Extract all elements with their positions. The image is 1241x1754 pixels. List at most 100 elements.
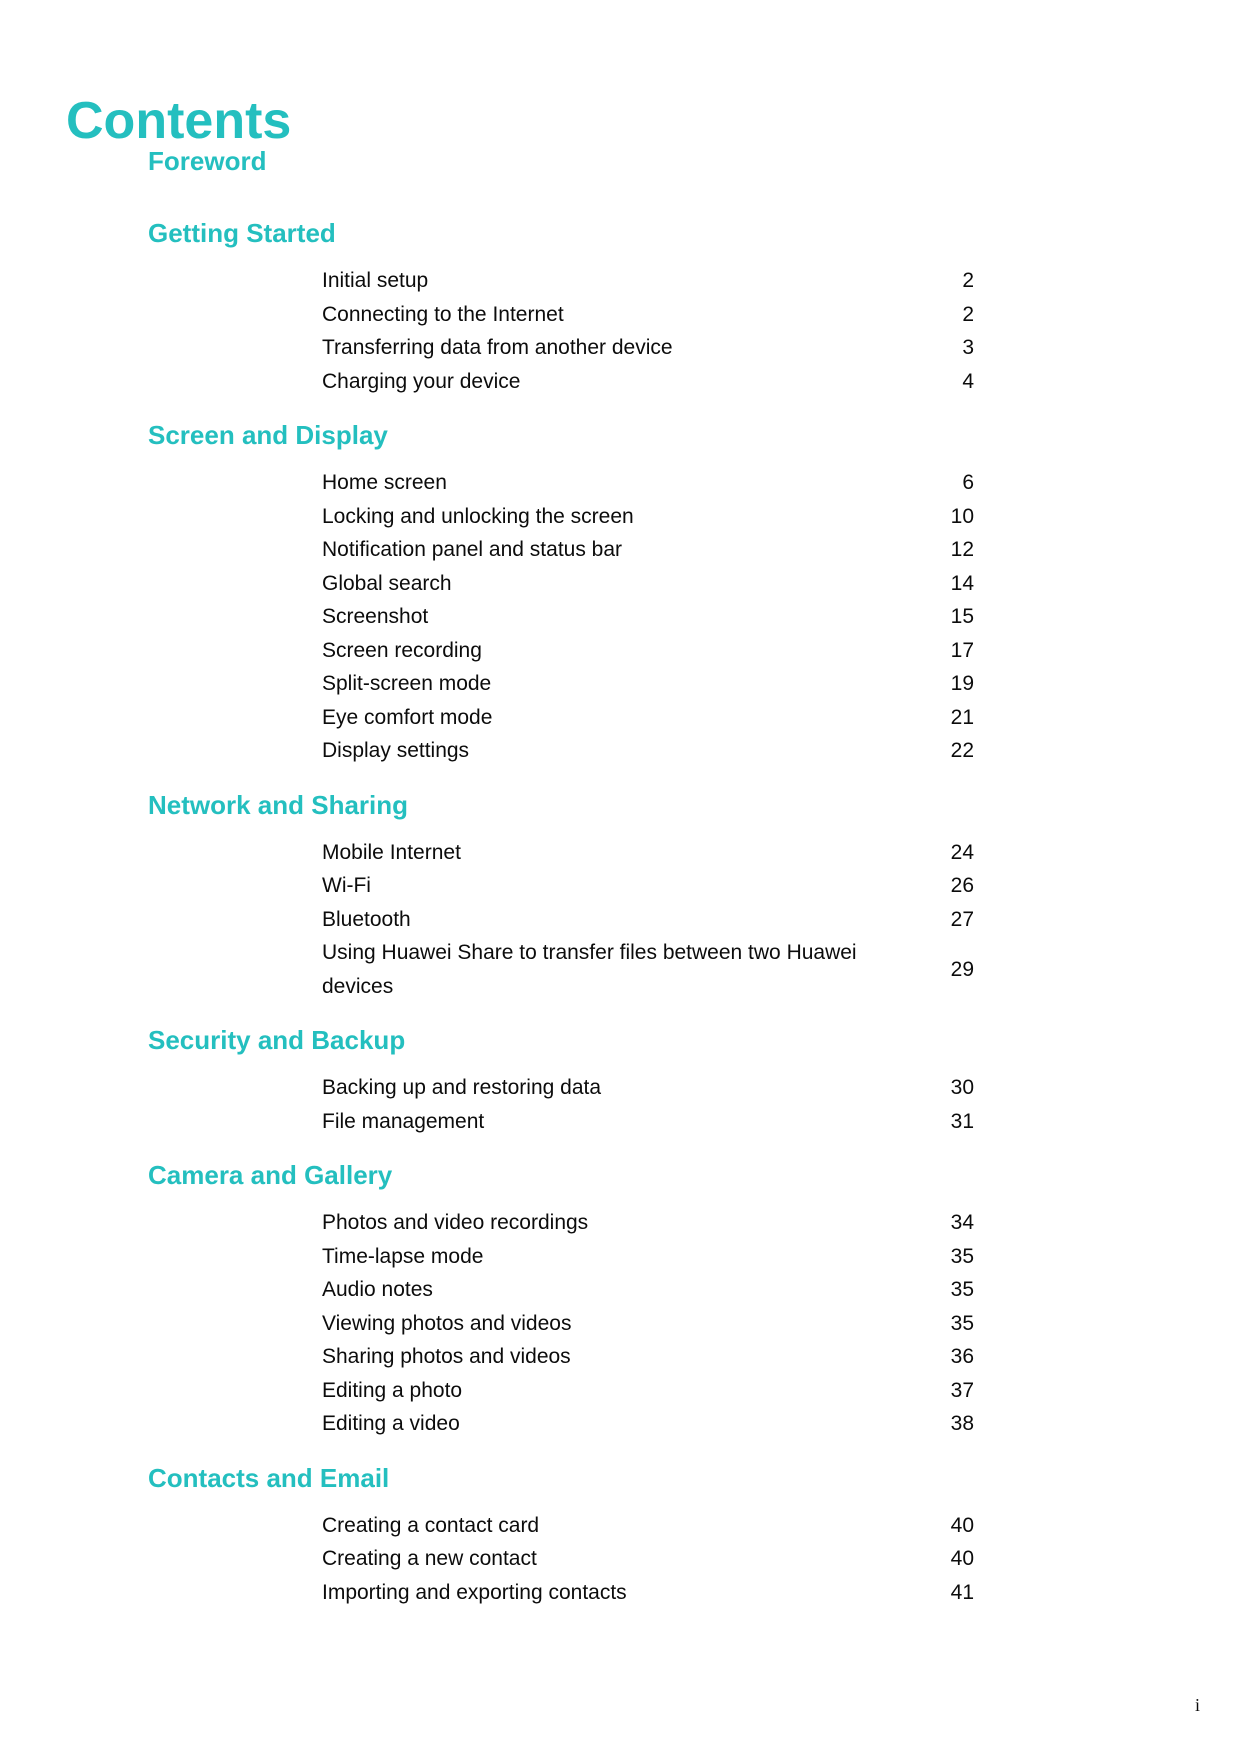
toc-section-heading[interactable]: Foreword: [0, 140, 1241, 196]
toc-entry[interactable]: Transferring data from another device 3: [0, 331, 1241, 365]
toc-entry-page-number: 31: [950, 1109, 974, 1133]
toc-entry[interactable]: Bluetooth 27: [0, 903, 1241, 937]
toc-entry[interactable]: Time-lapse mode 35: [0, 1240, 1241, 1274]
toc-entry[interactable]: Mobile Internet 24: [0, 836, 1241, 870]
toc-entry-title: Editing a video: [322, 1412, 460, 1435]
toc-entry[interactable]: Connecting to the Internet 2: [0, 298, 1241, 332]
toc-entry-page-number: 6: [962, 471, 974, 494]
toc-entry[interactable]: Photos and video recordings 34: [0, 1206, 1241, 1240]
toc-entry-title: Screen recording: [322, 638, 482, 662]
toc-entry-page-number: 19: [950, 672, 974, 695]
toc-entry-title: Notification panel and status bar: [322, 538, 623, 561]
toc-entry-title: Screenshot: [322, 605, 429, 628]
toc-entry[interactable]: Charging your device 4: [0, 365, 1241, 399]
toc-entry[interactable]: Global search 14: [0, 567, 1241, 601]
toc-entry[interactable]: Locking and unlocking the screen 10: [0, 500, 1241, 534]
toc-entry-page-number: 40: [950, 1513, 974, 1537]
toc-entry-page-number: 27: [950, 907, 974, 931]
toc-entry-title: Display settings: [322, 739, 470, 762]
toc-entry[interactable]: Using Huawei Share to transfer files bet…: [0, 936, 1241, 1003]
table-of-contents: Foreword Getting Started Initial setup 2 Con…: [0, 140, 1241, 1609]
toc-entry[interactable]: Notification panel and status bar 12: [0, 533, 1241, 567]
toc-entry-page-number: 37: [950, 1378, 974, 1402]
toc-entry-title: Locking and unlocking the screen: [322, 504, 634, 528]
toc-entry-list: Backing up and restoring data 30 File mana…: [0, 1071, 1241, 1138]
toc-entry-page-number: 21: [950, 705, 974, 729]
toc-entry-title: Connecting to the Internet: [322, 302, 564, 326]
toc-entry[interactable]: Screen recording 17: [0, 634, 1241, 668]
toc-entry-page-number: 38: [950, 1412, 974, 1435]
toc-section-heading[interactable]: Getting Started: [0, 196, 1241, 264]
footer-page-number: i: [1194, 1695, 1200, 1715]
toc-entry-title: Backing up and restoring data: [322, 1076, 602, 1099]
toc-entry-list: Creating a contact card 40 Creating a new …: [0, 1509, 1241, 1610]
toc-entry-page-number: 10: [950, 504, 974, 528]
toc-entry-title: Viewing photos and videos: [322, 1311, 572, 1335]
toc-entry-page-number: 35: [950, 1278, 974, 1301]
toc-entry-page-number: 29: [950, 957, 974, 981]
toc-entry-title: Editing a photo: [322, 1378, 463, 1402]
toc-entry[interactable]: Display settings 22: [0, 734, 1241, 768]
toc-entry[interactable]: Editing a video 38: [0, 1407, 1241, 1441]
toc-entry[interactable]: Backing up and restoring data 30: [0, 1071, 1241, 1105]
toc-entry-title: Sharing photos and videos: [322, 1345, 571, 1368]
toc-entry-title: Charging your device: [322, 369, 521, 393]
toc-entry[interactable]: Editing a photo 37: [0, 1374, 1241, 1408]
toc-entry[interactable]: Wi-Fi 26: [0, 869, 1241, 903]
toc-entry-page-number: 34: [950, 1211, 974, 1234]
toc-entry-title: Photos and video recordings: [322, 1211, 589, 1234]
toc-entry-list: Initial setup 2 Connecting to the Internet…: [0, 264, 1241, 398]
toc-entry-title: Wi-Fi: [322, 874, 371, 897]
toc-entry[interactable]: Sharing photos and videos 36: [0, 1340, 1241, 1374]
toc-entry-title: Initial setup: [322, 269, 429, 292]
toc-entry-page-number: 41: [950, 1580, 974, 1604]
toc-entry-title: Mobile Internet: [322, 840, 461, 864]
toc-entry-page-number: 15: [950, 605, 974, 628]
toc-entry[interactable]: Importing and exporting contacts 41: [0, 1576, 1241, 1610]
toc-entry-title: Split-screen mode: [322, 672, 492, 695]
toc-entry[interactable]: Creating a new contact 40: [0, 1542, 1241, 1576]
toc-entry[interactable]: Initial setup 2: [0, 264, 1241, 298]
toc-entry-page-number: 2: [962, 269, 974, 292]
toc-section-heading[interactable]: Camera and Gallery: [0, 1138, 1241, 1206]
toc-entry-title: Audio notes: [322, 1278, 433, 1301]
toc-entry-title: Using Huawei Share to transfer files bet…: [322, 941, 857, 998]
toc-entry-page-number: 35: [950, 1311, 974, 1335]
toc-entry-list: Mobile Internet 24 Wi-Fi 26 Bluetooth 27 Using…: [0, 836, 1241, 1004]
toc-section: Camera and Gallery Photos and video recor…: [0, 1138, 1241, 1441]
toc-entry-page-number: 3: [962, 336, 974, 359]
toc-entry-title: Home screen: [322, 471, 447, 494]
toc-entry-page-number: 12: [950, 538, 974, 561]
toc-entry-page-number: 2: [962, 302, 974, 326]
toc-section: Contacts and Email Creating a contact car…: [0, 1441, 1241, 1610]
toc-entry[interactable]: Home screen 6: [0, 466, 1241, 500]
toc-page: Contents Foreword Getting Started Initial …: [0, 0, 1241, 1754]
toc-section-heading[interactable]: Screen and Display: [0, 398, 1241, 466]
toc-entry[interactable]: Screenshot 15: [0, 600, 1241, 634]
toc-entry-page-number: 30: [950, 1076, 974, 1099]
toc-entry-list: Photos and video recordings 34 Time-lapse …: [0, 1206, 1241, 1441]
toc-entry-title: Global search: [322, 571, 452, 595]
toc-entry-title: Transferring data from another device: [322, 336, 673, 359]
toc-entry-title: Bluetooth: [322, 907, 411, 931]
toc-section-heading[interactable]: Network and Sharing: [0, 768, 1241, 836]
toc-section-heading[interactable]: Security and Backup: [0, 1003, 1241, 1071]
toc-entry-page-number: 35: [950, 1244, 974, 1268]
toc-entry[interactable]: Creating a contact card 40: [0, 1509, 1241, 1543]
toc-entry-list: Home screen 6 Locking and unlocking the sc…: [0, 466, 1241, 768]
toc-entry-title: Importing and exporting contacts: [322, 1580, 627, 1604]
toc-section: Getting Started Initial setup 2 Connecting …: [0, 196, 1241, 398]
toc-entry-page-number: 17: [950, 638, 974, 662]
toc-entry-title: File management: [322, 1109, 485, 1133]
toc-entry-page-number: 40: [950, 1547, 974, 1570]
toc-entry-title: Time-lapse mode: [322, 1244, 484, 1268]
toc-entry[interactable]: Viewing photos and videos 35: [0, 1307, 1241, 1341]
toc-entry-page-number: 22: [950, 739, 974, 762]
toc-section: Foreword: [0, 140, 1241, 196]
toc-entry[interactable]: Eye comfort mode 21: [0, 701, 1241, 735]
toc-entry[interactable]: Split-screen mode 19: [0, 667, 1241, 701]
toc-section-heading[interactable]: Contacts and Email: [0, 1441, 1241, 1509]
toc-entry-page-number: 14: [950, 571, 974, 595]
toc-entry[interactable]: Audio notes 35: [0, 1273, 1241, 1307]
toc-entry[interactable]: File management 31: [0, 1105, 1241, 1139]
